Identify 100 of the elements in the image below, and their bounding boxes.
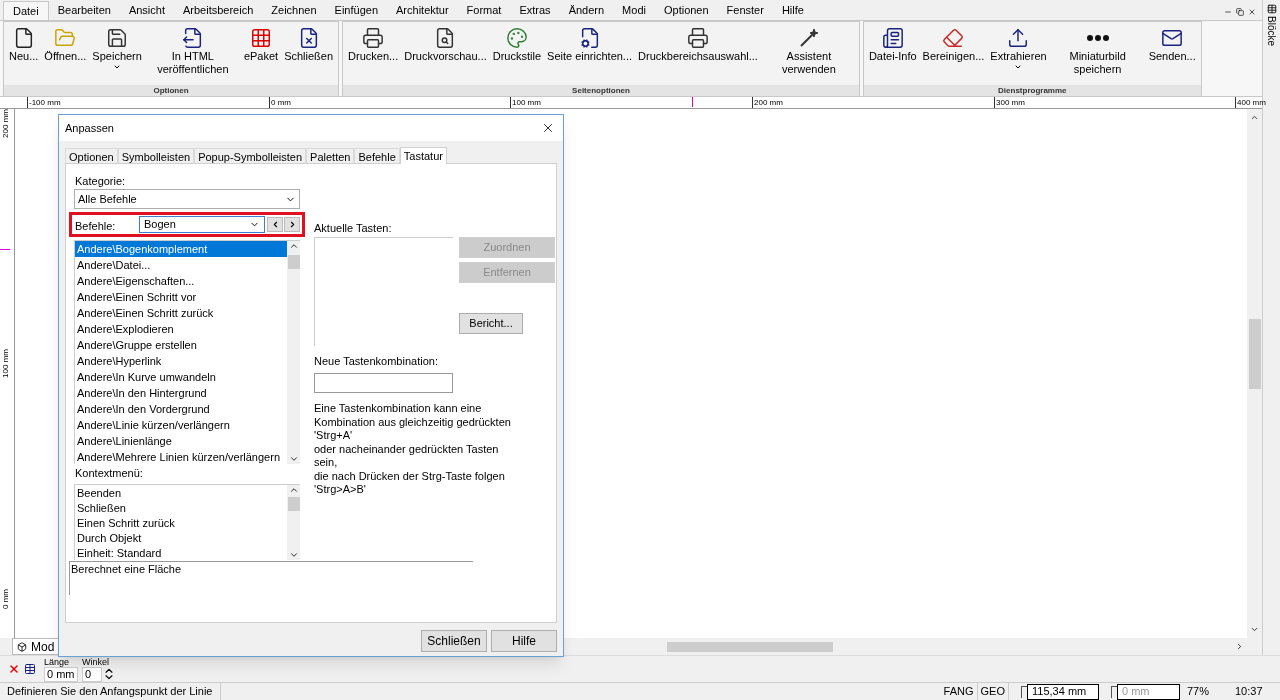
menu-tab[interactable]: Extras bbox=[510, 1, 560, 20]
next-button[interactable] bbox=[284, 217, 300, 232]
menu-tab[interactable]: Einfügen bbox=[325, 1, 387, 20]
menu-tab[interactable]: Optionen bbox=[654, 1, 718, 20]
list-item[interactable]: Schließen bbox=[75, 501, 287, 516]
scrollbar-thumb[interactable] bbox=[287, 255, 300, 269]
close-icon[interactable] bbox=[1248, 8, 1256, 16]
field-label: Winkel bbox=[82, 656, 110, 667]
ribbon-button[interactable]: In HTML veröffentlichen bbox=[145, 26, 240, 76]
ribbon-button[interactable]: Datei-Info bbox=[866, 26, 919, 63]
ribbon-group-label: Optionen bbox=[4, 85, 339, 96]
dialog-tab[interactable]: Tastatur bbox=[399, 147, 447, 164]
envelope-icon bbox=[1161, 27, 1184, 49]
list-item[interactable]: Durch Objekt bbox=[75, 531, 287, 546]
ribbon-button[interactable]: Seite einrichten... bbox=[545, 26, 635, 63]
menu-tab[interactable]: Hilfe bbox=[772, 1, 813, 20]
list-item[interactable]: Andere\Einen Schritt vor bbox=[75, 289, 287, 305]
ribbon-button[interactable]: Speichern bbox=[90, 26, 144, 71]
scroll-down-icon[interactable] bbox=[1250, 625, 1259, 634]
ribbon-button[interactable]: ePaket bbox=[241, 26, 281, 63]
dialog-button[interactable]: Hilfe bbox=[491, 630, 557, 652]
status-message: Definieren Sie den Anfangspunkt der Linie bbox=[0, 683, 222, 700]
ribbon-button[interactable]: Bereinigen... bbox=[920, 26, 987, 63]
ruler-label: 0 mm bbox=[269, 97, 291, 108]
table-icon[interactable] bbox=[24, 663, 36, 675]
category-dropdown[interactable]: Alle Befehle bbox=[74, 189, 300, 209]
dialog-tab[interactable]: Popup-Symbolleisten bbox=[194, 148, 307, 163]
scroll-up-icon[interactable] bbox=[288, 241, 299, 251]
menu-tab[interactable]: Arbeitsbereich bbox=[174, 1, 263, 20]
dialog-button[interactable]: Bericht... bbox=[459, 313, 523, 334]
ribbon-button[interactable]: Miniaturbild speichern bbox=[1050, 26, 1145, 76]
list-item[interactable]: Andere\In den Hintergrund bbox=[75, 385, 287, 401]
close-icon[interactable] bbox=[541, 121, 555, 135]
menu-tab[interactable]: Bearbeiten bbox=[48, 1, 120, 20]
list-item[interactable]: Andere\Bogenkomplement bbox=[75, 241, 287, 257]
ruler-label: 300 mm bbox=[994, 97, 1025, 108]
ribbon-button[interactable]: Assistent verwenden bbox=[761, 26, 856, 76]
ribbon-button[interactable]: Drucken... bbox=[346, 26, 401, 63]
list-scrollbar[interactable] bbox=[287, 241, 300, 464]
menu-tab[interactable]: Fenster bbox=[717, 1, 773, 20]
list-item[interactable]: Andere\In Kurve umwandeln bbox=[75, 369, 287, 385]
menu-tab[interactable]: Zeichnen bbox=[262, 1, 326, 20]
ribbon-button[interactable]: Öffnen... bbox=[42, 26, 89, 63]
scrollbar-thumb[interactable] bbox=[667, 641, 834, 652]
list-item[interactable]: Einen Schritt zurück bbox=[75, 516, 287, 531]
cancel-icon[interactable] bbox=[8, 663, 20, 675]
ruler-label: 200 mm bbox=[752, 97, 783, 108]
list-item[interactable]: Einheit: Standard bbox=[75, 546, 287, 561]
menu-tab[interactable]: Architektur bbox=[387, 1, 458, 20]
menu-tab[interactable]: Ändern bbox=[559, 1, 614, 20]
list-item[interactable]: Beenden bbox=[75, 486, 287, 501]
ribbon-button[interactable]: Neu... bbox=[7, 26, 41, 63]
ribbon-button[interactable]: Schließen bbox=[282, 26, 336, 63]
scrollbar-thumb[interactable] bbox=[1248, 318, 1261, 389]
menu-tab[interactable]: Modi bbox=[613, 1, 655, 20]
field-label: Befehle: bbox=[75, 218, 117, 234]
ribbon-button[interactable]: Druckvorschau... bbox=[402, 26, 489, 63]
dialog-button[interactable]: Schließen bbox=[421, 630, 487, 652]
dialog-tab[interactable]: Optionen bbox=[65, 148, 118, 163]
menu-tab[interactable]: Format bbox=[457, 1, 511, 20]
shortcut-input[interactable] bbox=[314, 373, 453, 393]
model-tab[interactable]: Mod bbox=[12, 638, 60, 655]
list-item[interactable]: Andere\Datei... bbox=[75, 257, 287, 273]
length-field[interactable]: 0 mm bbox=[44, 666, 78, 682]
status-indicator[interactable]: FANG bbox=[940, 683, 978, 700]
scroll-down-icon[interactable] bbox=[288, 550, 299, 560]
ribbon-button[interactable]: Extrahieren bbox=[988, 26, 1049, 71]
scroll-up-icon[interactable] bbox=[288, 485, 299, 495]
dialog-tab[interactable]: Paletten bbox=[306, 148, 355, 163]
list-item[interactable]: Andere\Linienlänge bbox=[75, 433, 287, 449]
scroll-right-icon[interactable] bbox=[1235, 642, 1244, 651]
side-tab[interactable]: Blöcke bbox=[1264, 16, 1279, 46]
ribbon-button[interactable]: Senden... bbox=[1146, 26, 1198, 63]
ribbon-button[interactable]: Druckstile bbox=[490, 26, 544, 63]
list-item[interactable]: Andere\Gruppe erstellen bbox=[75, 337, 287, 353]
scroll-up-icon[interactable] bbox=[1250, 113, 1259, 122]
list-item[interactable]: Andere\Hyperlink bbox=[75, 353, 287, 369]
ribbon-group-label: Seitenoptionen bbox=[343, 85, 859, 96]
ribbon-button[interactable]: Druckbereichsauswahl... bbox=[636, 26, 760, 63]
list-item[interactable]: Andere\In den Vordergrund bbox=[75, 401, 287, 417]
list-item[interactable]: Andere\Einen Schritt zurück bbox=[75, 305, 287, 321]
command-combobox[interactable]: Bogen bbox=[139, 216, 265, 233]
status-indicator[interactable]: GEO bbox=[977, 683, 1009, 700]
scrollbar-thumb[interactable] bbox=[287, 497, 300, 511]
dialog-tab[interactable]: Befehle bbox=[354, 148, 400, 163]
list-item[interactable]: Andere\Explodieren bbox=[75, 321, 287, 337]
list-scrollbar[interactable] bbox=[287, 485, 300, 560]
scroll-down-icon[interactable] bbox=[288, 454, 299, 464]
menu-tab[interactable]: Datei bbox=[3, 1, 49, 20]
restore-icon[interactable] bbox=[1236, 8, 1244, 16]
z-coordinate-field[interactable]: 0 mm bbox=[1117, 683, 1180, 700]
angle-field[interactable]: 0 bbox=[82, 666, 102, 682]
dialog-tab[interactable]: Symbolleisten bbox=[117, 148, 195, 163]
menu-tab[interactable]: Ansicht bbox=[119, 1, 174, 20]
x-coordinate-field[interactable]: 115,34 mm bbox=[1027, 683, 1099, 700]
list-item[interactable]: Andere\Mehrere Linien kürzen/verlängern bbox=[75, 449, 287, 465]
list-item[interactable]: Andere\Eigenschaften... bbox=[75, 273, 287, 289]
list-item[interactable]: Andere\Linie kürzen/verlängern bbox=[75, 417, 287, 433]
previous-button[interactable] bbox=[267, 217, 283, 232]
ruler-label: 0 mm bbox=[1, 589, 11, 609]
